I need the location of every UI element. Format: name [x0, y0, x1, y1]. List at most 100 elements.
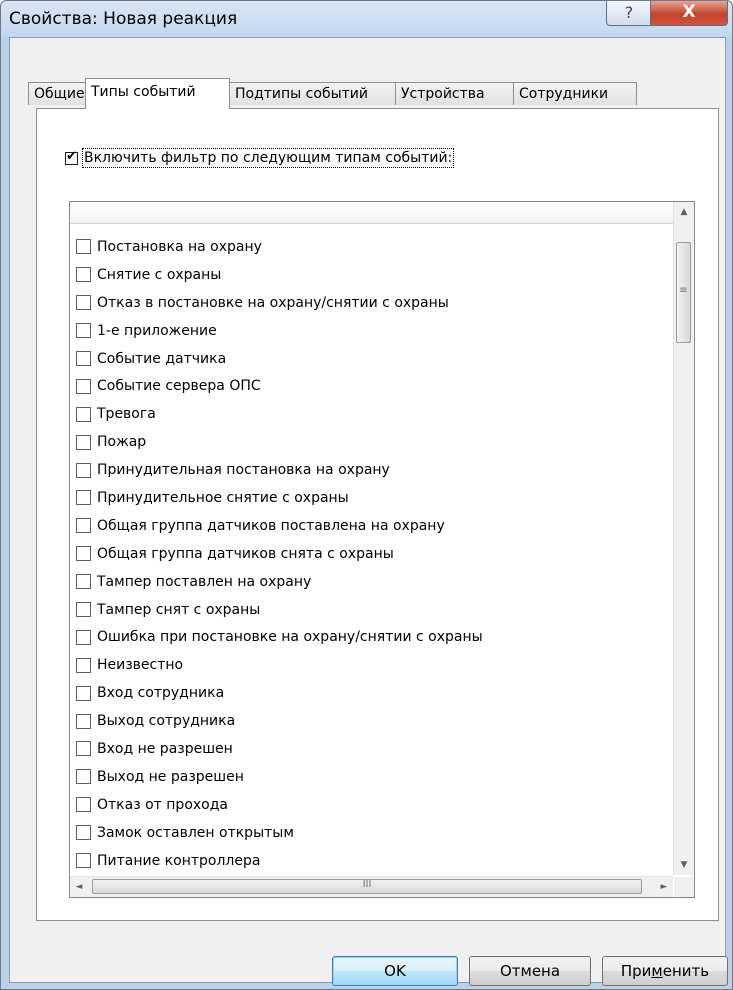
- apply-label-mnemonic: м: [651, 962, 663, 980]
- event-type-label: Неизвестно: [97, 657, 184, 674]
- event-type-label: Снятие с охраны: [97, 266, 222, 283]
- event-type-item[interactable]: Тревога: [76, 400, 483, 428]
- event-type-item[interactable]: Отказ от прохода: [76, 791, 483, 819]
- event-type-label: Вход не разрешен: [97, 740, 233, 757]
- event-type-checkbox[interactable]: [76, 546, 91, 562]
- vertical-scroll-thumb[interactable]: ≡: [676, 242, 691, 343]
- event-types-items: Постановка на охрану Снятие с охраны Отказ…: [76, 233, 483, 874]
- event-type-checkbox[interactable]: [76, 351, 91, 366]
- event-type-label: Общая группа датчиков поставлена на охра…: [97, 517, 445, 534]
- ok-button[interactable]: OK: [332, 956, 458, 986]
- event-type-label: Тампер снят с охраны: [97, 601, 261, 618]
- event-type-checkbox[interactable]: [76, 323, 91, 339]
- event-type-checkbox[interactable]: [76, 685, 91, 701]
- scrollbar-corner: [674, 877, 694, 897]
- event-type-label: Пожар: [97, 434, 147, 451]
- event-type-label: Отказ в постановке на охрану/снятии с ох…: [97, 294, 449, 311]
- cancel-button[interactable]: Отмена: [469, 956, 591, 986]
- event-type-checkbox[interactable]: [76, 239, 91, 255]
- event-type-label: 1-е приложение: [97, 322, 217, 339]
- event-type-item[interactable]: Общая группа датчиков поставлена на охра…: [76, 512, 483, 540]
- event-type-checkbox[interactable]: [76, 657, 91, 673]
- event-type-checkbox[interactable]: [76, 853, 91, 869]
- scroll-down-arrow-icon[interactable]: ▼: [674, 855, 694, 875]
- event-type-label: Выход не разрешен: [97, 768, 244, 785]
- event-type-item[interactable]: Событие датчика: [76, 345, 483, 373]
- horizontal-scrollbar[interactable]: ◄ III ►: [70, 876, 673, 897]
- event-type-item[interactable]: Принудительное снятие с охраны: [76, 484, 483, 512]
- event-type-item[interactable]: Принудительная постановка на охрану: [76, 456, 483, 484]
- event-type-checkbox[interactable]: [76, 797, 91, 813]
- event-type-item[interactable]: Питание контроллера: [76, 847, 483, 875]
- event-type-checkbox[interactable]: [76, 518, 91, 534]
- event-type-checkbox[interactable]: [76, 267, 91, 283]
- event-type-label: Выход сотрудника: [97, 713, 236, 730]
- event-type-checkbox[interactable]: [76, 574, 91, 590]
- event-type-checkbox[interactable]: [76, 406, 91, 422]
- event-type-label: Постановка на охрану: [97, 238, 262, 255]
- event-type-item[interactable]: Общая группа датчиков снята с охраны: [76, 540, 483, 568]
- filter-checkbox-row[interactable]: Включить фильтр по следующим типам событ…: [65, 148, 455, 168]
- event-type-checkbox[interactable]: [76, 490, 91, 506]
- tab-devices[interactable]: Устройства: [395, 82, 514, 105]
- dialog-client-area: Общие Типы событий Подтипы событий Устро…: [9, 37, 728, 986]
- scroll-right-arrow-icon[interactable]: ►: [655, 877, 673, 897]
- event-type-label: Питание контроллера: [97, 852, 261, 869]
- event-type-item[interactable]: Постановка на охрану: [76, 233, 483, 261]
- event-type-item[interactable]: Тампер снят с охраны: [76, 596, 483, 624]
- event-type-checkbox[interactable]: [76, 741, 91, 757]
- tab-employees[interactable]: Сотрудники: [513, 82, 637, 105]
- event-type-item[interactable]: 1-е приложение: [76, 317, 483, 345]
- window-title: Свойства: Новая реакция: [9, 9, 238, 29]
- event-type-checkbox[interactable]: [76, 629, 91, 645]
- filter-checkbox-label[interactable]: Включить фильтр по следующим типам событ…: [81, 148, 455, 168]
- event-type-checkbox[interactable]: [76, 602, 91, 618]
- apply-button[interactable]: Применить: [602, 956, 728, 986]
- event-type-checkbox[interactable]: [76, 378, 91, 394]
- event-type-item[interactable]: Событие сервера ОПС: [76, 372, 483, 400]
- event-type-label: Тревога: [97, 406, 156, 423]
- event-type-label: Принудительное снятие с охраны: [97, 489, 349, 506]
- help-button[interactable]: ?: [606, 1, 652, 26]
- event-type-label: Вход сотрудника: [97, 685, 225, 702]
- event-type-label: Общая группа датчиков снята с охраны: [97, 545, 394, 562]
- close-button[interactable]: X: [650, 1, 728, 26]
- tab-event-types[interactable]: Типы событий: [85, 78, 230, 109]
- event-type-item[interactable]: Пожар: [76, 428, 483, 456]
- event-type-item[interactable]: Замок оставлен открытым: [76, 819, 483, 847]
- event-type-item[interactable]: Вход сотрудника: [76, 679, 483, 707]
- event-type-checkbox[interactable]: [76, 434, 91, 450]
- filter-checkbox[interactable]: [65, 149, 78, 165]
- properties-dialog: Свойства: Новая реакция ? X Общие Типы с…: [0, 0, 733, 990]
- event-type-item[interactable]: Снятие с охраны: [76, 261, 483, 289]
- vertical-scrollbar[interactable]: ▲ ≡ ▼: [673, 202, 694, 875]
- event-type-item[interactable]: Отказ в постановке на охрану/снятии с ох…: [76, 289, 483, 317]
- event-type-checkbox[interactable]: [76, 825, 91, 841]
- event-type-item[interactable]: Выход сотрудника: [76, 707, 483, 735]
- event-type-label: Замок оставлен открытым: [97, 824, 294, 841]
- horizontal-scroll-thumb[interactable]: III: [92, 879, 642, 894]
- event-type-item[interactable]: Вход не разрешен: [76, 735, 483, 763]
- scroll-left-arrow-icon[interactable]: ◄: [70, 877, 88, 897]
- event-type-checkbox[interactable]: [76, 769, 91, 785]
- event-type-label: Событие сервера ОПС: [97, 378, 261, 395]
- tab-event-subtypes[interactable]: Подтипы событий: [229, 82, 396, 105]
- event-type-item[interactable]: Выход не разрешен: [76, 763, 483, 791]
- tab-general[interactable]: Общие: [28, 82, 86, 105]
- event-type-label: Принудительная постановка на охрану: [97, 462, 390, 479]
- event-type-checkbox[interactable]: [76, 462, 91, 478]
- event-type-label: Ошибка при постановке на охрану/снятии с…: [97, 629, 483, 646]
- title-bar[interactable]: Свойства: Новая реакция ? X: [1, 1, 732, 37]
- event-type-item[interactable]: Неизвестно: [76, 651, 483, 679]
- event-types-list[interactable]: Постановка на охрану Снятие с охраны Отказ…: [69, 201, 695, 898]
- scroll-up-arrow-icon[interactable]: ▲: [674, 202, 694, 222]
- list-column-header[interactable]: [70, 202, 673, 224]
- apply-label-prefix: При: [620, 962, 652, 980]
- event-type-checkbox[interactable]: [76, 713, 91, 729]
- event-type-item[interactable]: Тампер поставлен на охрану: [76, 568, 483, 596]
- event-type-label: Отказ от прохода: [97, 796, 228, 813]
- event-type-label: Событие датчика: [97, 350, 227, 367]
- event-type-checkbox[interactable]: [76, 295, 91, 311]
- apply-label-suffix: енить: [662, 962, 710, 980]
- event-type-item[interactable]: Ошибка при постановке на охрану/снятии с…: [76, 623, 483, 651]
